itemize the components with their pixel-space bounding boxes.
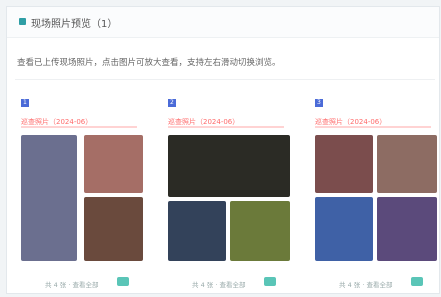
card-red-underline bbox=[21, 126, 137, 128]
photo-thumb-1[interactable] bbox=[168, 135, 290, 197]
view-all-button[interactable] bbox=[264, 277, 276, 286]
card-footer-text: 共 4 张 · 查看全部 bbox=[192, 281, 246, 289]
card-photos bbox=[21, 135, 143, 261]
card-photos bbox=[168, 135, 290, 261]
card-red-underline bbox=[315, 126, 431, 128]
photo-thumb-3[interactable] bbox=[84, 197, 143, 261]
card-red-underline bbox=[168, 126, 284, 128]
photo-thumb-3[interactable] bbox=[230, 201, 290, 261]
card-tag: 2 bbox=[168, 99, 176, 107]
photo-card-3[interactable]: 3 巡查照片（2024-06） 共 4 张 · 查看全部 bbox=[311, 91, 441, 291]
photo-preview-panel: 现场照片预览（1） 查看已上传现场照片，点击图片可放大查看，支持左右滑动切换浏览… bbox=[6, 6, 440, 294]
panel-description: 查看已上传现场照片，点击图片可放大查看，支持左右滑动切换浏览。 bbox=[17, 58, 281, 68]
card-photos bbox=[315, 135, 437, 261]
photo-thumb-1[interactable] bbox=[21, 135, 77, 261]
photo-card-1[interactable]: 1 巡查照片（2024-06） 共 4 张 · 查看全部 bbox=[17, 91, 147, 291]
divider bbox=[15, 79, 435, 80]
card-tag: 3 bbox=[315, 99, 323, 107]
photo-thumb-2[interactable] bbox=[84, 135, 143, 193]
photo-thumb-2[interactable] bbox=[377, 135, 437, 193]
panel-title: 现场照片预览（1） bbox=[31, 19, 118, 30]
photo-thumb-3[interactable] bbox=[315, 197, 373, 261]
panel-header: 现场照片预览（1） bbox=[7, 7, 439, 38]
view-all-button[interactable] bbox=[411, 277, 423, 286]
card-tag: 1 bbox=[21, 99, 29, 107]
photo-thumb-1[interactable] bbox=[315, 135, 373, 193]
photo-thumb-4[interactable] bbox=[377, 197, 437, 261]
view-all-button[interactable] bbox=[117, 277, 129, 286]
section-icon bbox=[19, 18, 26, 25]
photo-card-2[interactable]: 2 巡查照片（2024-06） 共 4 张 · 查看全部 bbox=[164, 91, 294, 291]
card-footer-text: 共 4 张 · 查看全部 bbox=[45, 281, 99, 289]
photo-thumb-2[interactable] bbox=[168, 201, 226, 261]
card-footer-text: 共 4 张 · 查看全部 bbox=[339, 281, 393, 289]
